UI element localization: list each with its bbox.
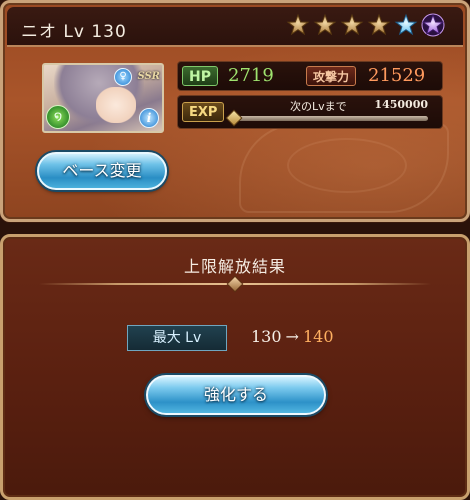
bronze-star-icon [367,13,391,36]
blue-star-icon [394,13,418,36]
next-level-label: 次のLvまで [290,100,347,113]
background-flourish [287,138,407,193]
character-name: ニオ Lv 130 [21,17,127,42]
atk-label: 攻撃力 [306,66,357,86]
exp-marker-icon [225,109,243,127]
info-icon[interactable]: i [139,108,159,128]
uncap-result-panel: 上限解放結果 最大 Lv 130 → 140 強化する [0,234,470,500]
character-card: ニオ Lv 130 ♀ SSR ໑ i HP 2719 攻撃力 21529 EX… [0,0,470,222]
exp-row: EXP 次のLvまで 1450000 [177,95,443,129]
level-value: 130 [91,22,127,42]
bronze-star-icon [340,13,364,36]
level-from: 130 [251,327,282,346]
next-level-value: 1450000 [374,98,428,111]
base-change-button[interactable]: ベース変更 [37,152,167,190]
rarity-badge: SSR [137,71,160,82]
level-to: 140 [302,327,334,346]
uncap-stars [286,13,445,37]
hp-label: HP [182,66,218,86]
hp-atk-row: HP 2719 攻撃力 21529 [177,61,443,91]
hp-value: 2719 [228,65,274,86]
max-level-label: 最大 Lv [127,325,227,351]
wind-element-icon: ໑ [46,105,70,129]
bronze-star-icon [313,13,337,36]
divider-ornament-icon [226,275,244,293]
portrait-face [96,87,136,123]
character-name-text: ニオ [21,22,57,42]
character-portrait[interactable]: ♀ SSR ໑ i [42,63,164,133]
purple-star-icon [421,13,445,37]
result-title: 上限解放結果 [183,257,286,276]
exp-label: EXP [182,102,225,122]
arrow-icon: → [285,327,299,346]
upgrade-button[interactable]: 強化する [146,375,326,415]
gender-icon: ♀ [114,68,132,86]
atk-value: 21529 [368,65,426,86]
level-label: Lv [63,22,85,42]
level-change: 130 → 140 [251,327,334,346]
exp-bar [234,116,428,121]
bronze-star-icon [286,13,310,36]
character-title-bar: ニオ Lv 130 [7,7,463,47]
